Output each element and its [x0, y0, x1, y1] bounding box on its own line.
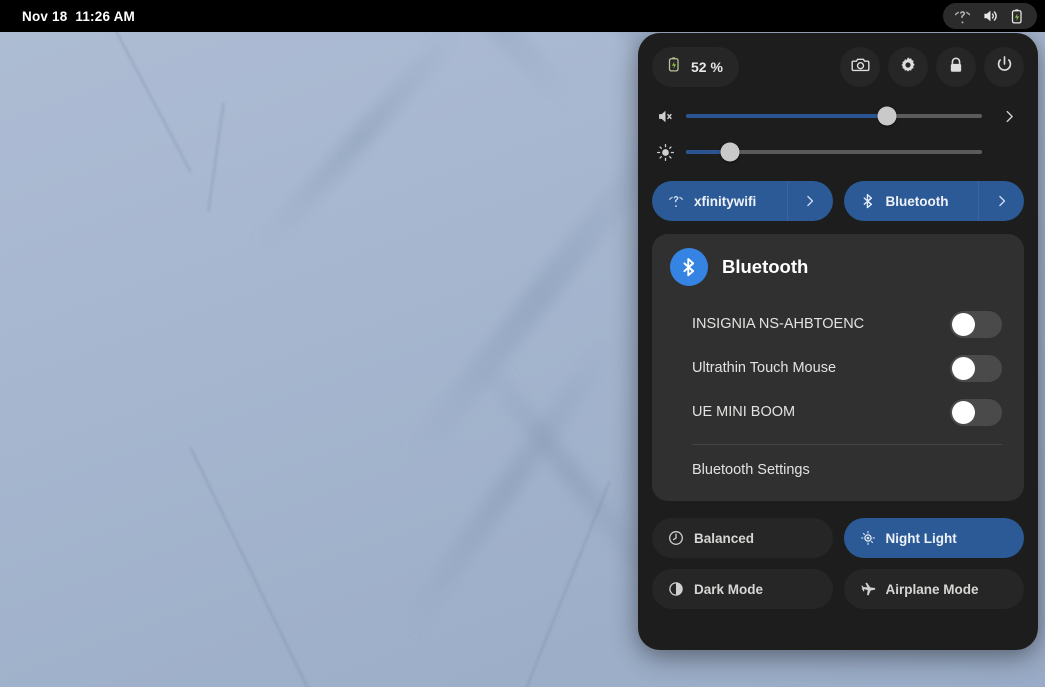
speedometer-icon — [668, 530, 692, 546]
wifi-tile-expand[interactable] — [786, 181, 833, 221]
separator — [692, 444, 1002, 445]
wallpaper-line — [189, 446, 323, 687]
brightness-knob[interactable] — [720, 142, 740, 162]
wifi-tile[interactable]: xfinitywifi — [652, 181, 833, 221]
wallpaper-line — [110, 32, 192, 173]
chevron-right-icon — [1006, 110, 1013, 122]
airplane-icon — [860, 581, 884, 598]
bluetooth-icon — [860, 193, 884, 209]
top-bar: Nov 18 11:26 AM — [0, 0, 1045, 32]
volume-fill — [686, 114, 888, 118]
chevron-right-icon — [998, 195, 1005, 207]
network-wireless-unknown-icon — [668, 193, 692, 209]
wallpaper-line — [511, 481, 611, 687]
bluetooth-submenu-title: Bluetooth — [722, 256, 809, 277]
network-wireless-unknown-icon — [954, 8, 971, 25]
dark-mode-tile[interactable]: Dark Mode — [652, 569, 833, 609]
dark-mode-label: Dark Mode — [694, 581, 764, 597]
tiles-bottom-row-1: Balanced Night Light — [652, 518, 1024, 558]
screenshot-button[interactable] — [840, 47, 880, 87]
battery-percentage: 52 % — [691, 59, 723, 75]
bluetooth-tile-expand[interactable] — [978, 181, 1024, 221]
battery-charging-icon — [1009, 8, 1026, 25]
power-profile-label: Balanced — [694, 530, 755, 546]
tiles-top-row: xfinitywifi Bluetooth — [652, 181, 1024, 221]
volume-icon — [981, 7, 999, 25]
wallpaper-shape — [341, 32, 579, 111]
wallpaper-shape — [251, 32, 469, 257]
device-name: Ultrathin Touch Mouse — [692, 360, 837, 376]
airplane-mode-tile[interactable]: Airplane Mode — [843, 569, 1024, 609]
night-light-tile[interactable]: Night Light — [843, 518, 1024, 558]
chevron-right-icon — [807, 195, 814, 207]
wallpaper-line — [207, 102, 225, 212]
dark-mode-icon — [668, 581, 692, 597]
device-name: UE MINI BOOM — [692, 404, 796, 420]
brightness-slider-row[interactable] — [652, 134, 1024, 170]
power-button[interactable] — [984, 47, 1024, 87]
speaker-icon — [656, 107, 686, 126]
camera-icon — [850, 55, 870, 79]
brightness-icon — [656, 143, 686, 162]
battery-chip[interactable]: 52 % — [652, 47, 739, 87]
lock-icon — [947, 56, 965, 79]
tiles-bottom-row-2: Dark Mode Airplane Mode — [652, 569, 1024, 609]
bluetooth-settings-link[interactable]: Bluetooth Settings — [652, 449, 1024, 491]
brightness-track[interactable] — [686, 142, 982, 162]
bluetooth-submenu: Bluetooth INSIGNIA NS-AHBTOENC Ultrathin… — [652, 234, 1024, 501]
lock-button[interactable] — [936, 47, 976, 87]
quick-settings-header: 52 % — [652, 46, 1024, 88]
power-profile-tile[interactable]: Balanced — [652, 518, 833, 558]
header-actions — [840, 47, 1024, 87]
volume-track[interactable] — [686, 106, 982, 126]
volume-slider-row[interactable] — [652, 98, 1024, 134]
device-name: INSIGNIA NS-AHBTOENC — [692, 316, 865, 332]
wifi-tile-label: xfinitywifi — [694, 193, 757, 209]
bluetooth-device-row[interactable]: Ultrathin Touch Mouse — [652, 346, 1024, 390]
device-toggle[interactable] — [950, 354, 1002, 382]
device-toggle[interactable] — [950, 310, 1002, 338]
airplane-mode-label: Airplane Mode — [885, 581, 979, 597]
bluetooth-submenu-header: Bluetooth — [652, 248, 1024, 286]
night-light-label: Night Light — [885, 530, 957, 546]
power-icon — [995, 55, 1014, 79]
volume-knob[interactable] — [877, 106, 897, 126]
bluetooth-tile-label: Bluetooth — [885, 193, 949, 209]
battery-charging-icon — [666, 56, 683, 78]
bluetooth-icon — [670, 248, 708, 286]
bluetooth-tile[interactable]: Bluetooth — [843, 181, 1024, 221]
gear-icon — [899, 56, 917, 79]
tiles-bottom: Balanced Night Light Dark Mode Airplane … — [652, 518, 1024, 609]
status-area[interactable] — [943, 3, 1037, 29]
night-light-icon — [860, 530, 884, 546]
quick-settings-panel: 52 % xfinitywifi Bluetooth Bluetooth INS… — [638, 33, 1038, 650]
clock[interactable]: Nov 18 11:26 AM — [22, 9, 135, 24]
volume-expand-button[interactable] — [994, 101, 1024, 131]
bluetooth-device-row[interactable]: INSIGNIA NS-AHBTOENC — [652, 302, 1024, 346]
settings-button[interactable] — [888, 47, 928, 87]
device-toggle[interactable] — [950, 398, 1002, 426]
bluetooth-device-row[interactable]: UE MINI BOOM — [652, 390, 1024, 434]
